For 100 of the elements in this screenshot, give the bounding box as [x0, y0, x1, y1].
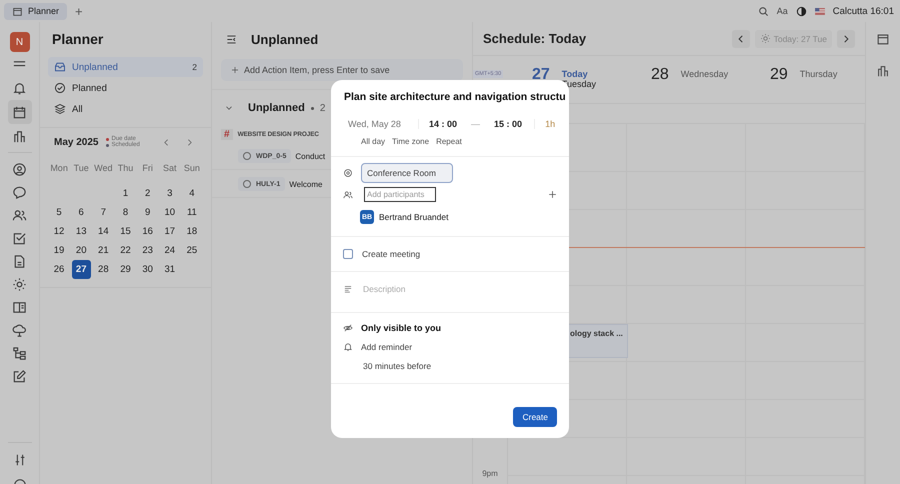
next-day-button[interactable] [837, 30, 855, 48]
previous-day-button[interactable] [732, 30, 750, 48]
group-title: Unplanned [248, 102, 305, 114]
calendar-day[interactable]: 26 [50, 260, 69, 279]
add-action-item-field[interactable]: Add Action Item, press Enter to save [221, 59, 463, 81]
time-option-button[interactable]: Repeat [436, 137, 462, 146]
people-icon [343, 190, 353, 200]
time-label: 9pm [482, 469, 498, 480]
calendar-day[interactable]: 27 [72, 260, 91, 279]
calendar-day[interactable]: 4 [182, 184, 202, 203]
calendar-day[interactable]: 2 [138, 184, 158, 203]
chart-icon[interactable] [12, 128, 27, 144]
time-option-button[interactable]: All day [361, 137, 386, 146]
calendar-day[interactable]: 15 [116, 222, 135, 241]
calendar-day[interactable]: 28 [94, 260, 113, 279]
add-tab-button[interactable]: + [75, 4, 83, 18]
calendar-day[interactable]: 1 [116, 184, 135, 203]
contrast-icon[interactable] [796, 6, 807, 16]
weekday-label: Mon [49, 162, 69, 172]
calendar-day[interactable]: 12 [50, 222, 69, 241]
tree-icon[interactable] [12, 346, 27, 360]
person-icon[interactable] [12, 162, 27, 176]
workspace-avatar[interactable]: N [10, 32, 30, 52]
calendar-day[interactable]: 7 [94, 203, 113, 222]
reminder-value: 30 minutes before [362, 361, 432, 371]
participants-field[interactable]: Add participants [364, 187, 436, 202]
calendar-day[interactable]: 18 [182, 222, 202, 241]
edit-icon[interactable] [12, 368, 27, 384]
calendar-day[interactable]: 9 [138, 203, 158, 222]
book-icon[interactable] [12, 300, 27, 314]
calendar-day[interactable]: 5 [50, 203, 69, 222]
time-option-button[interactable]: Time zone [392, 137, 430, 146]
weekday-label: Sun [182, 162, 201, 172]
calendar-icon[interactable] [876, 32, 890, 46]
start-time[interactable]: 14 : 00 [429, 119, 458, 129]
today-label: Today [562, 69, 589, 79]
weekday-label: Wednesday [680, 69, 728, 79]
calendar-day[interactable]: 17 [160, 222, 180, 241]
date-picker[interactable]: Wed, May 28 [348, 119, 419, 129]
calendar-day[interactable]: 8 [116, 203, 135, 222]
day-number: 27 [532, 66, 550, 84]
weekday-label: Wed [93, 162, 114, 172]
weekday-label: Fri [141, 162, 154, 172]
people-icon[interactable] [12, 208, 27, 222]
calendar-day[interactable]: 13 [72, 222, 91, 241]
add-reminder-button[interactable]: Add reminder [361, 342, 412, 352]
panel-title: Planner [51, 30, 104, 49]
calendar-day[interactable]: 29 [116, 260, 135, 279]
calendar-day[interactable]: 3 [160, 184, 180, 203]
font-size-button[interactable]: Aa [776, 6, 788, 16]
collapse-sidebar-icon[interactable] [226, 34, 237, 45]
sun-icon [760, 33, 771, 44]
calendar-day[interactable]: 16 [138, 222, 158, 241]
calendar-day[interactable]: 11 [182, 203, 202, 222]
group-count: 2 [320, 102, 326, 114]
calendar-day[interactable]: 30 [138, 260, 158, 279]
weekday-label: Sat [162, 162, 178, 172]
calendar-day[interactable]: 25 [182, 241, 202, 260]
calendar-icon[interactable] [12, 104, 27, 120]
settings-icon[interactable] [12, 453, 26, 467]
calendar-day[interactable]: 24 [160, 241, 180, 260]
create-button[interactable]: Create [513, 407, 557, 427]
checkbox-icon[interactable] [12, 230, 27, 246]
issue-title[interactable]: Welcome [289, 180, 322, 188]
add-participant-icon[interactable] [548, 190, 557, 199]
calendar-day[interactable]: 20 [72, 241, 91, 260]
planner-nav-item[interactable]: All [48, 99, 203, 119]
location-field[interactable]: Conference Room [361, 163, 453, 183]
checkbox[interactable] [343, 249, 353, 259]
issue-title[interactable]: Conduct [295, 152, 326, 160]
end-time[interactable]: 15 : 00 [494, 119, 522, 129]
nav-rail-button[interactable] [8, 100, 32, 124]
visibility-label: Only visible to you [361, 323, 442, 333]
calendar-day[interactable]: 23 [138, 241, 158, 260]
chat-icon[interactable] [12, 184, 27, 200]
calendar-event[interactable]: ology stack ... [568, 324, 628, 358]
calendar-day[interactable]: 14 [94, 222, 113, 241]
eye-off-icon[interactable] [343, 323, 353, 333]
weekday-label: Thursday [800, 69, 838, 79]
city-time: Calcutta 16:01 [832, 6, 894, 16]
cloud-icon[interactable] [12, 322, 27, 338]
chart-icon[interactable] [876, 64, 890, 78]
app-tab[interactable]: Planner [4, 2, 68, 20]
calendar-day[interactable]: 6 [72, 203, 91, 222]
bell-icon[interactable] [12, 80, 27, 96]
flag-icon[interactable] [814, 8, 825, 14]
calendar-day[interactable]: 19 [50, 241, 69, 260]
description-icon [343, 284, 353, 294]
calendar-day[interactable]: 10 [160, 203, 180, 222]
planner-nav-item[interactable]: Unplanned 2 [48, 57, 203, 77]
calendar-day[interactable]: 31 [160, 260, 180, 279]
sun-icon[interactable] [12, 276, 27, 292]
calendar-day[interactable]: 21 [94, 241, 113, 260]
calendar-icon [12, 6, 23, 16]
document-icon[interactable] [12, 254, 27, 268]
month-label: May 2025 [54, 136, 98, 148]
dialog-title: Plan site architecture and navigation structu [344, 91, 566, 103]
calendar-day[interactable]: 22 [116, 241, 135, 260]
planner-nav-item[interactable]: Planned [48, 78, 203, 98]
search-icon[interactable] [758, 6, 769, 16]
